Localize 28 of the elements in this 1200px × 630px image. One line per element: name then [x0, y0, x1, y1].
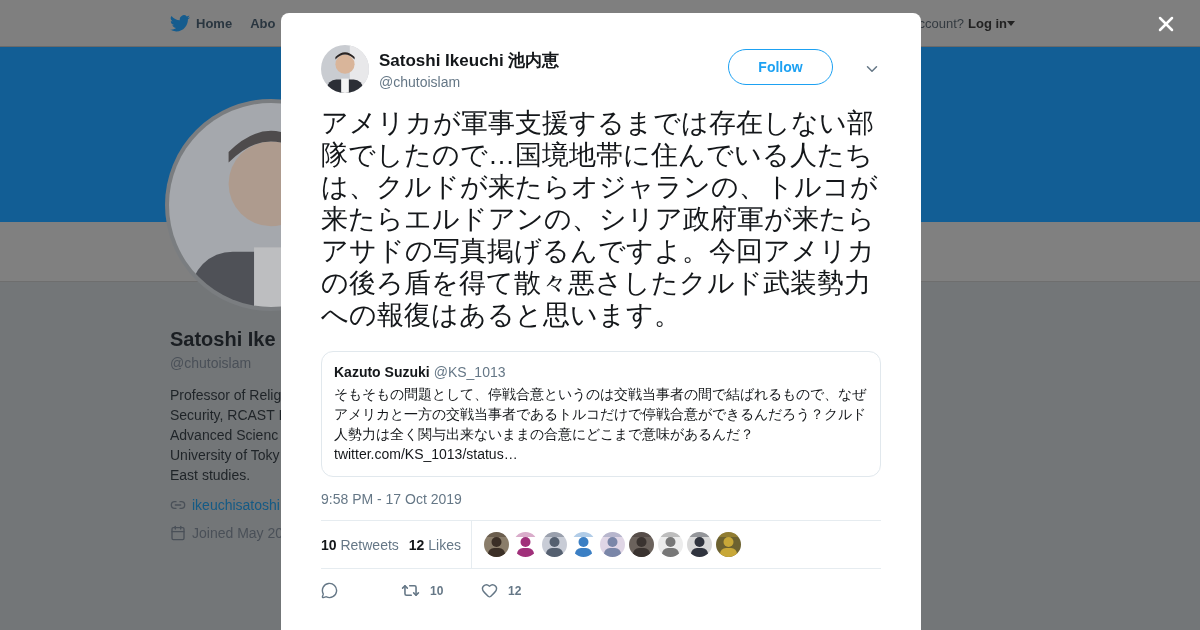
quoted-link[interactable]: twitter.com/KS_1013/status…: [334, 444, 868, 464]
quoted-text: そもそもの問題として、停戦合意というのは交戦当事者の間で結ばれるもので、なぜアメリカと一方の交戦当事者であるトルコだけで停戦合意ができるんだろう？クルド人勢力は全く関与出来ないままの合意にどこまで意味があるんだ？: [334, 385, 868, 444]
heart-icon: [481, 582, 498, 599]
profile-name: Satoshi Ike: [170, 328, 277, 351]
reply-icon: [321, 582, 338, 599]
calendar-icon: [170, 525, 186, 541]
like-button[interactable]: 12: [481, 582, 561, 599]
tweet-timestamp: 9:58 PM - 17 Oct 2019: [321, 491, 463, 507]
bio-line: Security, RCAST I: [170, 406, 283, 425]
quoted-author-handle: @KS_1013: [433, 364, 506, 380]
login-link[interactable]: Log in: [968, 15, 1015, 31]
stat-link[interactable]: 10 Retweets: [321, 536, 399, 553]
nav-link[interactable]: Abo: [250, 15, 276, 31]
author-name[interactable]: Satoshi Ikeuchi 池内恵: [379, 48, 718, 72]
tweet-text: アメリカが軍事支援するまでは存在しない部隊でしたので…国境地帯に住んでいる人たちは、クルドが来たらオジャランの、トルコが来たらエルドアンの、シリア政府軍が来たらアサドの写真掲げるんですよ。今回アメリカの後ろ盾を得て散々悪さしたクルド武装勢力への報復はあると思います。: [321, 107, 879, 331]
quoted-author-name: Kazuto Suzuki: [334, 364, 430, 380]
bio-line: University of Toky: [170, 446, 280, 465]
bird-icon: [170, 14, 190, 32]
follow-button[interactable]: Follow: [728, 49, 833, 85]
bio-line: Professor of Relig: [170, 386, 282, 405]
bio-line: East studies.: [170, 466, 251, 485]
bio-line: Advanced Scienc: [170, 426, 279, 445]
quoted-tweet[interactable]: Kazuto Suzuki @KS_1013 そもそもの問題として、停戦合意というのは交戦当事者の間で結ばれるもので、なぜアメリカと一方の交戦当事者であるトルコだけで停戦合意ができるんだろう？クルド人勢力は全く関与出来ないままの合意にどこまで意味があるんだ？ twitter.com/KS_1013/status…: [321, 351, 881, 477]
retweet-button[interactable]: 10: [401, 581, 481, 600]
author-handle: @chutoislam: [379, 73, 462, 90]
nav-link[interactable]: Home: [170, 14, 233, 32]
stat-link[interactable]: 12 Likes: [408, 536, 461, 553]
caret-icon: [1007, 20, 1015, 26]
